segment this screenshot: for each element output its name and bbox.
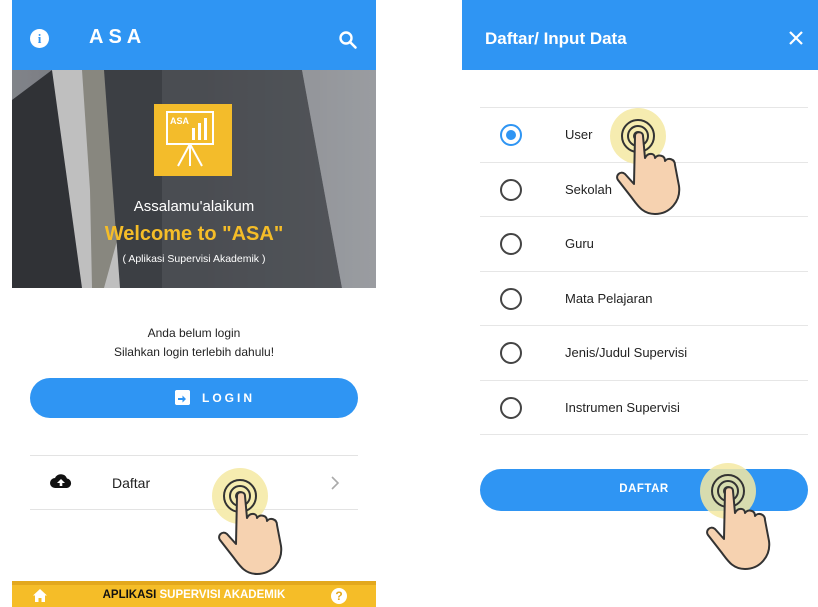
hero-banner: ASA Assalamu'alaikum Welcome to "ASA" ( … bbox=[12, 70, 376, 288]
close-icon[interactable] bbox=[788, 30, 804, 46]
radio-instrumen-supervisi[interactable] bbox=[500, 396, 522, 419]
input-data-dialog: Daftar/ Input Data User Sekolah Guru Mat… bbox=[462, 0, 818, 607]
radio-sekolah[interactable] bbox=[500, 178, 522, 201]
bottom-bar-title: APLIKASI SUPERVISI AKADEMIK bbox=[12, 589, 376, 601]
asa-logo: ASA bbox=[154, 104, 232, 176]
option-instrumen-supervisi[interactable]: Instrumen Supervisi bbox=[480, 379, 808, 435]
main-screen: i ASA ASA Assalamu'alaikum Welcome to "A… bbox=[12, 0, 376, 607]
radio-mata-pelajaran[interactable] bbox=[500, 287, 522, 310]
radio-guru[interactable] bbox=[500, 233, 522, 256]
dialog-title: Daftar/ Input Data bbox=[485, 29, 627, 48]
bottom-bar-title-part1: APLIKASI bbox=[102, 589, 157, 601]
login-message-line1: Anda belum login bbox=[147, 326, 241, 340]
daftar-submit-button[interactable]: DAFTAR bbox=[480, 469, 808, 511]
app-title: ASA bbox=[89, 26, 147, 48]
option-user[interactable]: User bbox=[480, 107, 808, 162]
login-message-line2: Silahkan login terlebih dahulu! bbox=[113, 345, 275, 359]
option-jenis-judul-supervisi[interactable]: Jenis/Judul Supervisi bbox=[480, 325, 808, 380]
option-sekolah[interactable]: Sekolah bbox=[480, 161, 808, 217]
bottom-bar-title-part2: SUPERVISI AKADEMIK bbox=[159, 589, 286, 601]
radio-jenis-judul-supervisi[interactable] bbox=[500, 342, 522, 365]
welcome-text: Welcome to "ASA" bbox=[104, 223, 284, 245]
daftar-menu-item[interactable]: Daftar bbox=[30, 455, 358, 510]
greeting-text: Assalamu'alaikum bbox=[133, 198, 255, 215]
daftar-label: Daftar bbox=[112, 475, 151, 491]
option-label: User bbox=[565, 127, 593, 142]
dialog-header: Daftar/ Input Data bbox=[462, 0, 818, 70]
option-mata-pelajaran[interactable]: Mata Pelajaran bbox=[480, 270, 808, 326]
svg-text:ASA: ASA bbox=[170, 116, 190, 126]
option-label: Jenis/Judul Supervisi bbox=[565, 345, 688, 361]
help-icon[interactable]: ? bbox=[331, 588, 347, 604]
option-guru[interactable]: Guru bbox=[480, 216, 808, 271]
bottom-bar: APLIKASI SUPERVISI AKADEMIK ? bbox=[12, 581, 376, 607]
option-label: Instrumen Supervisi bbox=[565, 399, 680, 415]
option-list: User Sekolah Guru Mata Pelajaran Jenis/J… bbox=[480, 107, 808, 435]
login-button-label: LOGIN bbox=[202, 391, 255, 405]
option-label: Guru bbox=[565, 236, 594, 252]
login-icon bbox=[175, 390, 190, 405]
option-label: Sekolah bbox=[565, 181, 612, 197]
login-button[interactable]: LOGIN bbox=[30, 378, 358, 418]
info-icon[interactable]: i bbox=[30, 29, 49, 48]
login-message: Anda belum login Silahkan login terlebih… bbox=[12, 324, 376, 362]
cloud-upload-icon bbox=[50, 474, 72, 488]
app-fullname-text: ( Aplikasi Supervisi Akademik ) bbox=[122, 253, 266, 265]
radio-user[interactable] bbox=[500, 124, 522, 146]
option-label: Mata Pelajaran bbox=[565, 290, 653, 306]
app-bar: i ASA bbox=[12, 0, 376, 70]
daftar-submit-label: DAFTAR bbox=[619, 483, 669, 495]
chevron-right-icon bbox=[331, 476, 340, 490]
search-icon[interactable] bbox=[338, 30, 358, 50]
